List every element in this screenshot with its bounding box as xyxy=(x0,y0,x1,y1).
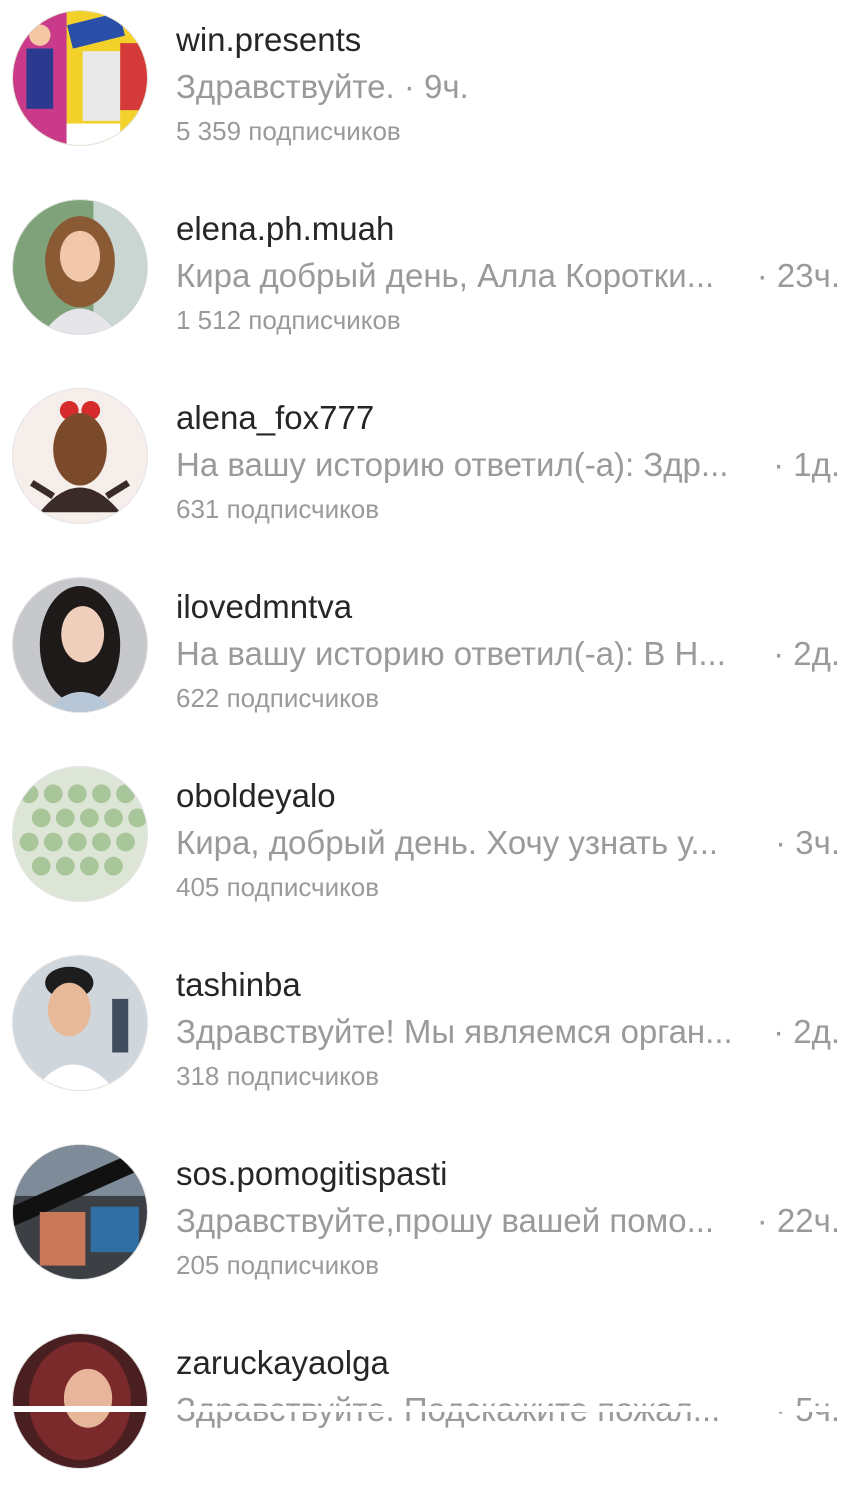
photo-collage-image xyxy=(13,1145,147,1279)
follower-count: 318 подписчиков xyxy=(176,1061,380,1091)
username: alena_fox777 xyxy=(176,399,375,436)
username: zaruckayaolga xyxy=(176,1344,389,1381)
username: elena.ph.muah xyxy=(176,210,395,247)
avatar[interactable] xyxy=(12,766,148,902)
username: tashinba xyxy=(176,966,301,1003)
green-pattern-image xyxy=(13,767,147,901)
woman-portrait-red-image xyxy=(13,1334,147,1468)
avatar[interactable] xyxy=(12,199,148,335)
conversation-row[interactable]: win.presents Здравствуйте. · 9ч. 5 359 п… xyxy=(0,0,850,188)
username: oboldeyalo xyxy=(176,777,336,814)
message-time: · 1д. xyxy=(773,446,840,483)
man-portrait-image xyxy=(13,956,147,1090)
conversation-row[interactable]: zaruckayaolga Здравствуйте. Подскажите п… xyxy=(0,1323,850,1511)
message-preview: Кира добрый день, Алла Коротки... xyxy=(176,257,715,294)
username: ilovedmntva xyxy=(176,588,353,625)
username: win.presents xyxy=(176,21,362,58)
avatar[interactable] xyxy=(12,1144,148,1280)
message-preview: На вашу историю ответил(-а): Здр... xyxy=(176,446,729,483)
message-time: · 2д. xyxy=(773,635,840,672)
conversation-row[interactable]: sos.pomogitispasti Здравствуйте,прошу ва… xyxy=(0,1134,850,1322)
follower-count: 5 359 подписчиков xyxy=(176,116,401,146)
avatar[interactable] xyxy=(12,955,148,1091)
message-preview: Здравствуйте. · 9ч. xyxy=(176,68,469,105)
product-collage-image xyxy=(13,11,147,145)
avatar[interactable] xyxy=(12,577,148,713)
woman-portrait-dark-image xyxy=(13,578,147,712)
message-preview: Кира, добрый день. Хочу узнать у... xyxy=(176,824,719,861)
follower-count: 405 подписчиков xyxy=(176,872,380,902)
conversation-row[interactable]: elena.ph.muah Кира добрый день, Алла Кор… xyxy=(0,189,850,377)
conversation-row[interactable]: tashinba Здравствуйте! Мы являемся орган… xyxy=(0,945,850,1133)
woman-portrait-image xyxy=(13,200,147,334)
avatar[interactable] xyxy=(12,10,148,146)
follower-count: 631 подписчиков xyxy=(176,494,380,524)
message-time: · 2д. xyxy=(773,1013,840,1050)
avatar[interactable] xyxy=(12,388,148,524)
conversation-row[interactable]: alena_fox777 На вашу историю ответил(-а)… xyxy=(0,378,850,566)
follower-count: 1 512 подписчиков xyxy=(176,305,401,335)
follower-count: 622 подписчиков xyxy=(176,683,380,713)
illustration-girl-image xyxy=(13,389,147,523)
message-preview: Здравствуйте,прошу вашей помо... xyxy=(176,1202,715,1239)
conversation-row[interactable]: oboldeyalo Кира, добрый день. Хочу узнат… xyxy=(0,756,850,944)
conversation-row[interactable]: ilovedmntva На вашу историю ответил(-а):… xyxy=(0,567,850,755)
message-time: · 22ч. xyxy=(756,1202,840,1239)
username: sos.pomogitispasti xyxy=(176,1155,448,1192)
conversation-list: win.presents Здравствуйте. · 9ч. 5 359 п… xyxy=(0,0,850,1469)
message-time: · 3ч. xyxy=(775,824,840,861)
message-time: · 23ч. xyxy=(756,257,840,294)
avatar[interactable] xyxy=(12,1333,148,1469)
message-preview: Здравствуйте! Мы являемся орган... xyxy=(176,1013,733,1050)
message-preview: На вашу историю ответил(-а): В Н... xyxy=(176,635,726,672)
bottom-edge xyxy=(0,1406,850,1412)
follower-count: 205 подписчиков xyxy=(176,1250,380,1280)
